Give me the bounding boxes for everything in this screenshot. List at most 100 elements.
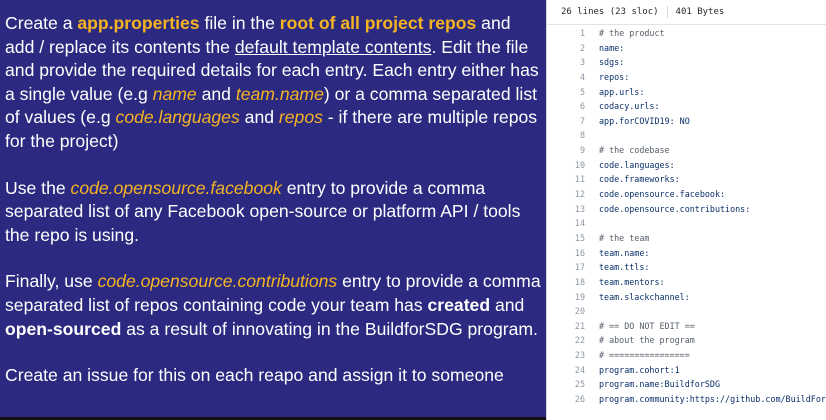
code-line: 16 team.name: — [547, 246, 826, 261]
line-number[interactable]: 11 — [547, 172, 599, 187]
text: and — [196, 83, 236, 104]
instruction-paragraph-3: Finally, use code.opensource.contributio… — [5, 270, 542, 341]
code-comment: # ================ — [599, 350, 690, 361]
code-text: repos: — [599, 71, 630, 82]
line-number[interactable]: 12 — [547, 187, 599, 202]
code-line: 13 code.opensource.contributions: — [547, 202, 826, 217]
line-number[interactable]: 24 — [547, 363, 599, 378]
code-text: app.urls: — [599, 86, 645, 97]
line-number[interactable]: 17 — [547, 260, 599, 275]
file-header: 26 lines (23 sloc) 401 Bytes — [547, 0, 826, 25]
code-line: 10 code.languages: — [547, 158, 826, 173]
code-text: program.name:BuildforSDG — [599, 379, 721, 390]
italic-opensource-contributions: code.opensource.contributions — [97, 271, 338, 292]
bold-created: created — [427, 294, 491, 315]
instruction-paragraph-2: Use the code.opensource.facebook entry t… — [5, 177, 542, 248]
text: as a result of innovating in the Buildfo… — [121, 318, 538, 339]
line-number[interactable]: 22 — [547, 333, 599, 348]
code-lines: 1 # the product 2 name: 3 sdgs: 4 repos: 5 app.ur… — [547, 26, 826, 407]
line-number[interactable]: 13 — [547, 202, 599, 217]
line-number[interactable]: 16 — [547, 246, 599, 261]
code-line: 11 code.frameworks: — [547, 172, 826, 187]
italic-code-languages: code.languages — [115, 107, 240, 128]
code-line: 9 # the codebase — [547, 143, 826, 158]
code-text: code.frameworks: — [599, 174, 680, 185]
line-number[interactable]: 23 — [547, 348, 599, 363]
code-line: 21 # == DO NOT EDIT == — [547, 319, 826, 334]
text: and — [490, 294, 525, 315]
code-text: name: — [599, 42, 625, 53]
highlight-location: root of all project repos — [279, 13, 477, 33]
code-line: 12 code.opensource.facebook: — [547, 187, 826, 202]
highlight-filename: app.properties — [77, 13, 200, 33]
file-viewer: 26 lines (23 sloc) 401 Bytes 1 # the prod… — [546, 0, 826, 420]
line-number[interactable]: 8 — [547, 128, 599, 143]
code-line: 6 codacy.urls: — [547, 99, 826, 114]
code-line: 20 — [547, 304, 826, 319]
line-number[interactable]: 10 — [547, 158, 599, 173]
code-text: code.opensource.contributions: — [599, 203, 751, 214]
code-line: 15 # the team — [547, 231, 826, 246]
line-number[interactable]: 21 — [547, 319, 599, 334]
line-number[interactable]: 2 — [547, 41, 599, 56]
code-line: 8 — [547, 128, 826, 143]
code-comment: # the team — [599, 232, 650, 243]
code-line: 1 # the product — [547, 26, 826, 41]
code-text: program.cohort:1 — [599, 364, 680, 375]
code-text: team.slackchannel: — [599, 291, 690, 302]
code-line: 18 team.mentors: — [547, 275, 826, 290]
line-number[interactable]: 6 — [547, 99, 599, 114]
code-line: 26 program.community:https://github.com/B… — [547, 392, 826, 407]
code-line: 19 team.slackchannel: — [547, 290, 826, 305]
text: Create a — [5, 13, 78, 33]
line-number[interactable]: 26 — [547, 392, 599, 407]
code-text: team.mentors: — [599, 276, 665, 287]
code-line: 24 program.cohort:1 — [547, 363, 826, 378]
line-number[interactable]: 1 — [547, 26, 599, 41]
code-line: 3 sdgs: — [547, 55, 826, 70]
code-text: codacy.urls: — [599, 101, 660, 112]
code-comment: # == DO NOT EDIT == — [599, 320, 695, 331]
line-number[interactable]: 20 — [547, 304, 599, 319]
code-line: 5 app.urls: — [547, 85, 826, 100]
italic-name: name — [152, 83, 197, 104]
italic-team-name: team.name — [235, 83, 324, 104]
line-number[interactable]: 25 — [547, 377, 599, 392]
code-text: program.community:https://github.com/Bui… — [599, 394, 826, 405]
line-number[interactable]: 14 — [547, 216, 599, 231]
header-separator — [666, 6, 668, 18]
code-line: 7 app.forCOVID19: NO — [547, 114, 826, 129]
slide-text-panel: Create a app.properties file in the root… — [0, 0, 546, 420]
code-line: 25 program.name:BuildforSDG — [547, 377, 826, 392]
line-number[interactable]: 7 — [547, 114, 599, 129]
code-text: team.ttls: — [599, 262, 650, 273]
line-number[interactable]: 15 — [547, 231, 599, 246]
code-text: sdgs: — [599, 57, 625, 68]
instruction-paragraph-4: Create an issue for this on each reapo a… — [5, 364, 542, 388]
text: and — [239, 107, 279, 128]
text: file in the — [199, 13, 280, 33]
line-number[interactable]: 4 — [547, 70, 599, 85]
code-comment: # the codebase — [599, 145, 670, 156]
bold-open-sourced: open-sourced — [5, 318, 122, 339]
line-number[interactable]: 3 — [547, 55, 599, 70]
file-line-count: 26 lines (23 sloc) — [561, 7, 659, 17]
line-number[interactable]: 19 — [547, 290, 599, 305]
code-comment: # the product — [599, 28, 665, 38]
code-line: 23 # ================ — [547, 348, 826, 363]
default-template-link[interactable]: default template contents — [235, 37, 432, 57]
line-number[interactable]: 18 — [547, 275, 599, 290]
text: Finally, use — [5, 271, 98, 292]
line-number[interactable]: 5 — [547, 85, 599, 100]
code-line: 2 name: — [547, 41, 826, 56]
code-text: app.forCOVID19: NO — [599, 115, 690, 126]
code-line: 17 team.ttls: — [547, 260, 826, 275]
code-text: code.opensource.facebook: — [599, 189, 726, 200]
line-number[interactable]: 9 — [547, 143, 599, 158]
italic-opensource-facebook: code.opensource.facebook — [70, 177, 282, 198]
code-line: 14 — [547, 216, 826, 231]
text: Use the — [5, 177, 71, 198]
file-size: 401 Bytes — [675, 7, 725, 17]
code-text: code.languages: — [599, 159, 675, 170]
code-comment: # about the program — [599, 335, 695, 346]
